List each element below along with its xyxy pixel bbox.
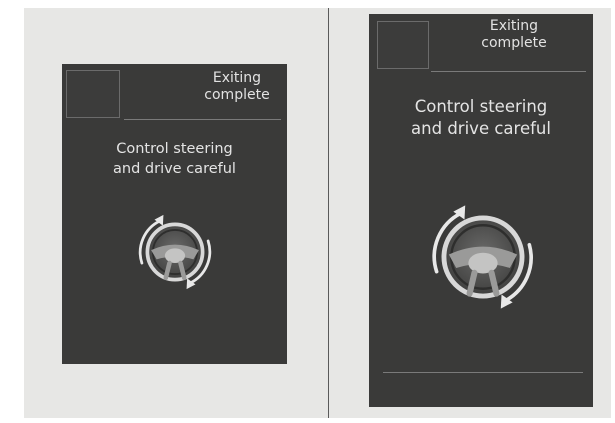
warning-message-line1: Control steering	[414, 97, 548, 116]
status-icon-placeholder	[377, 21, 429, 69]
cluster-display-small: Exiting complete Control steering and dr…	[62, 64, 287, 364]
status-title: Exiting complete	[187, 70, 287, 104]
warning-message: Control steering and drive careful	[62, 140, 287, 179]
warning-message-line2: and drive careful	[113, 160, 236, 177]
warning-message-line2: and drive careful	[411, 119, 551, 139]
bottom-divider	[383, 372, 583, 373]
steering-wheel-icon	[138, 214, 212, 290]
warning-message-line1: Control steering	[116, 141, 233, 157]
status-title-line1: Exiting	[489, 18, 539, 34]
title-underline	[431, 71, 586, 72]
cluster-display-large: Exiting complete Control steering and dr…	[369, 14, 593, 407]
status-title-line2: complete	[481, 34, 547, 51]
steering-wheel-icon	[432, 205, 533, 309]
status-title-line2: complete	[204, 86, 270, 103]
panel-divider	[328, 8, 329, 418]
status-icon-placeholder	[66, 70, 120, 118]
warning-message: Control steering and drive careful	[369, 96, 593, 141]
status-title-line1: Exiting	[212, 70, 262, 86]
title-underline	[124, 119, 281, 120]
status-title: Exiting complete	[439, 18, 589, 52]
